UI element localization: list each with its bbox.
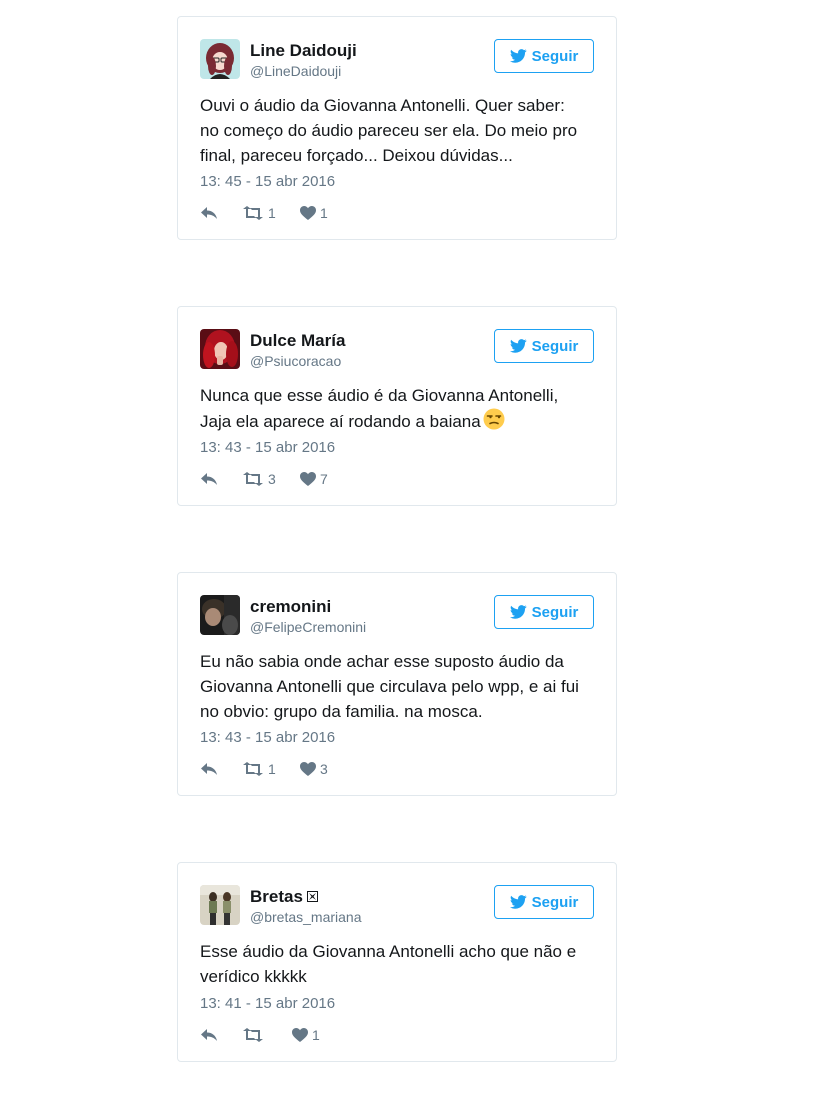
retweet-icon <box>243 762 263 776</box>
follow-label: Seguir <box>531 603 579 621</box>
retweet-button[interactable]: 1 <box>242 205 300 221</box>
tweet-actions: 1 3 <box>200 760 340 778</box>
maltese-cross-icon <box>306 887 318 907</box>
like-count: 3 <box>320 761 328 777</box>
like-button[interactable]: 3 <box>300 761 340 777</box>
avatar[interactable] <box>200 595 240 635</box>
retweet-icon <box>243 206 263 220</box>
user-name[interactable]: Line Daidouji <box>250 41 357 61</box>
reply-button[interactable] <box>200 472 242 486</box>
tweet-text: Esse áudio da Giovanna Antonelli acho qu… <box>200 939 600 989</box>
tweet-card: Dulce María @Psiucoracao Seguir Nunca qu… <box>177 306 617 506</box>
reply-button[interactable] <box>200 206 242 220</box>
tweet-timestamp[interactable]: 13: 43 - 15 abr 2016 <box>200 439 335 457</box>
heart-icon <box>300 472 316 486</box>
tweet-actions: 1 1 <box>200 204 340 222</box>
user-name[interactable]: Bretas <box>250 887 318 907</box>
tweet-text-line: no obvio: grupo da familia. na mosca. <box>200 702 483 721</box>
tweet-text-line-with-emoji: Jaja ela aparece aí rodando a baiana <box>200 408 600 437</box>
user-name[interactable]: Dulce María <box>250 331 345 351</box>
heart-icon <box>300 762 316 776</box>
heart-icon <box>292 1028 308 1042</box>
like-button[interactable]: 7 <box>300 471 340 487</box>
user-name-text: Bretas <box>250 887 303 906</box>
tweet-text-line: Giovanna Antonelli que circulava pelo wp… <box>200 677 579 696</box>
tweet-text-line: Nunca que esse áudio é da Giovanna Anton… <box>200 386 559 405</box>
tweet-card: Bretas @bretas_mariana Seguir Esse áudio… <box>177 862 617 1062</box>
reply-icon <box>201 1029 217 1041</box>
tweet-timestamp[interactable]: 13: 45 - 15 abr 2016 <box>200 173 335 191</box>
retweet-icon <box>243 1028 263 1042</box>
follow-button[interactable]: Seguir <box>494 39 594 73</box>
user-handle[interactable]: @Psiucoracao <box>250 352 341 370</box>
like-button[interactable]: 1 <box>292 1027 332 1043</box>
follow-label: Seguir <box>531 47 579 65</box>
like-count: 1 <box>320 205 328 221</box>
reply-button[interactable] <box>200 762 242 776</box>
user-name[interactable]: cremonini <box>250 597 331 617</box>
tweet-text-line: Eu não sabia onde achar esse suposto áud… <box>200 652 564 671</box>
tweet-card: Line Daidouji @LineDaidouji Seguir Ouvi … <box>177 16 617 240</box>
tweet-text: Ouvi o áudio da Giovanna Antonelli. Quer… <box>200 93 600 168</box>
reply-icon <box>201 207 217 219</box>
tweet-actions: 1 <box>200 1026 332 1044</box>
like-count: 1 <box>312 1027 320 1043</box>
twitter-bird-icon <box>509 605 527 619</box>
twitter-bird-icon <box>509 339 527 353</box>
reply-button[interactable] <box>200 1028 242 1042</box>
follow-label: Seguir <box>531 893 579 911</box>
retweet-button[interactable] <box>242 1028 292 1042</box>
retweet-button[interactable]: 1 <box>242 761 300 777</box>
tweet-timestamp[interactable]: 13: 43 - 15 abr 2016 <box>200 729 335 747</box>
heart-icon <box>300 206 316 220</box>
tweet-actions: 3 7 <box>200 470 340 488</box>
tweet-timestamp[interactable]: 13: 41 - 15 abr 2016 <box>200 995 335 1013</box>
tweet-text: Nunca que esse áudio é da Giovanna Anton… <box>200 383 600 437</box>
retweet-count: 1 <box>268 761 276 777</box>
reply-icon <box>201 763 217 775</box>
unamused-face-emoji <box>483 408 505 437</box>
like-button[interactable]: 1 <box>300 205 340 221</box>
follow-button[interactable]: Seguir <box>494 595 594 629</box>
follow-button[interactable]: Seguir <box>494 329 594 363</box>
user-handle[interactable]: @FelipeCremonini <box>250 618 366 636</box>
user-handle[interactable]: @bretas_mariana <box>250 908 362 926</box>
twitter-bird-icon <box>509 49 527 63</box>
avatar[interactable] <box>200 885 240 925</box>
tweet-text-line: Esse áudio da Giovanna Antonelli acho qu… <box>200 942 577 961</box>
like-count: 7 <box>320 471 328 487</box>
tweet-card: cremonini @FelipeCremonini Seguir Eu não… <box>177 572 617 796</box>
reply-icon <box>201 473 217 485</box>
retweet-icon <box>243 472 263 486</box>
tweet-text-line: final, pareceu forçado... Deixou dúvidas… <box>200 146 513 165</box>
tweet-text-line: verídico kkkkk <box>200 967 307 986</box>
avatar[interactable] <box>200 39 240 79</box>
avatar[interactable] <box>200 329 240 369</box>
twitter-bird-icon <box>509 895 527 909</box>
tweet-text-line: Jaja ela aparece aí rodando a baiana <box>200 412 481 431</box>
follow-label: Seguir <box>531 337 579 355</box>
tweet-text-line: no começo do áudio pareceu ser ela. Do m… <box>200 121 578 140</box>
user-handle[interactable]: @LineDaidouji <box>250 62 341 80</box>
follow-button[interactable]: Seguir <box>494 885 594 919</box>
retweet-count: 1 <box>268 205 276 221</box>
retweet-button[interactable]: 3 <box>242 471 300 487</box>
retweet-count: 3 <box>268 471 276 487</box>
tweet-text-line: Ouvi o áudio da Giovanna Antonelli. Quer… <box>200 96 565 115</box>
tweet-text: Eu não sabia onde achar esse suposto áud… <box>200 649 600 724</box>
